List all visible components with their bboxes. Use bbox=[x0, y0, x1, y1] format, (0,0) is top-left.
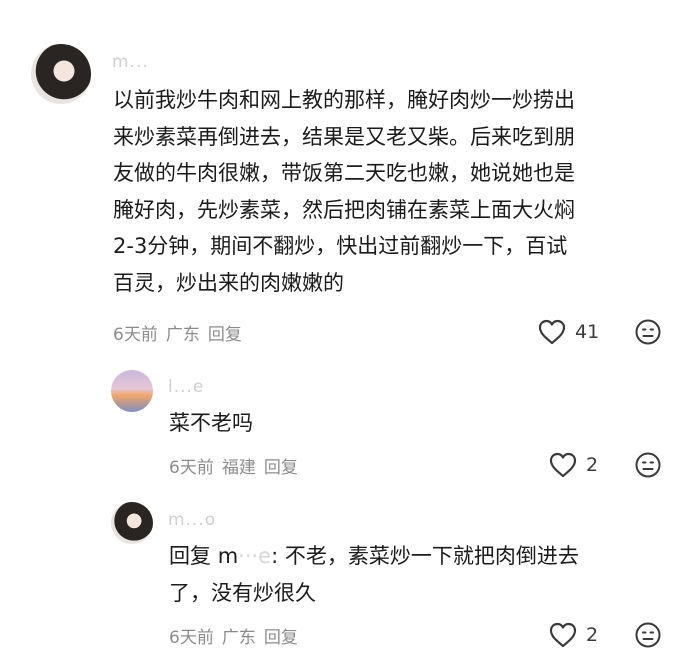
frown-face-icon bbox=[634, 622, 662, 653]
comment-text-line: 了，没有炒很久 bbox=[169, 580, 316, 605]
heart-outline-icon bbox=[548, 621, 578, 649]
timestamp: 6天前 bbox=[169, 628, 214, 648]
comment-meta: 6天前 广东 回复 bbox=[169, 623, 298, 648]
dislike-button[interactable] bbox=[634, 621, 662, 653]
comment-text-line: 来炒素菜再倒进去，结果是又老又柴。后来吃到朋 bbox=[113, 124, 575, 149]
dislike-button[interactable] bbox=[634, 318, 662, 350]
frown-face-icon bbox=[634, 452, 662, 483]
comment-text-line: 2-3分钟，期间不翻炒，快出过前翻炒一下，百试 bbox=[113, 234, 568, 258]
heart-outline-icon bbox=[537, 318, 567, 346]
comment-text-line: 腌好肉，先炒素菜，然后把肉铺在素菜上面大火焖 bbox=[113, 197, 575, 222]
comment-meta: 6天前 广东 回复 bbox=[113, 320, 242, 345]
heart-outline-icon bbox=[548, 451, 578, 479]
like-button[interactable]: 2 bbox=[548, 451, 598, 479]
comment-text[interactable]: 回复 m···e: 不老，素菜炒一下就把肉倒进去 了，没有炒很久 bbox=[169, 538, 669, 611]
reply-button[interactable]: 回复 bbox=[264, 453, 298, 478]
frown-face-icon bbox=[634, 319, 662, 350]
like-count: 2 bbox=[586, 624, 599, 646]
username[interactable]: m... bbox=[112, 52, 149, 72]
location: 广东 bbox=[165, 325, 200, 345]
comment-text-line: 友做的牛肉很嫩，带饭第二天吃也嫩，她说她也是 bbox=[113, 161, 575, 185]
reply-prefix: 回复 bbox=[169, 544, 211, 568]
timestamp: 6天前 bbox=[113, 325, 158, 345]
like-count: 41 bbox=[575, 321, 600, 343]
location: 福建 bbox=[221, 458, 256, 478]
like-count: 2 bbox=[586, 454, 599, 476]
comment-text-line: 百灵，炒出来的肉嫩嫩的 bbox=[113, 270, 344, 295]
reply-button[interactable]: 回复 bbox=[264, 623, 298, 648]
username[interactable]: m...o bbox=[168, 510, 216, 530]
avatar[interactable] bbox=[111, 370, 153, 412]
username[interactable]: l...e bbox=[168, 377, 204, 397]
like-button[interactable]: 41 bbox=[537, 318, 599, 346]
location: 广东 bbox=[221, 628, 256, 648]
comment-text-line: 回复 m···e: 不老，素菜炒一下就把肉倒进去 bbox=[169, 538, 669, 575]
comment-meta: 6天前 福建 回复 bbox=[169, 453, 298, 478]
comment-text[interactable]: 以前我炒牛肉和网上教的那样，腌好肉炒一炒捞出 来炒素菜再倒进去，结果是又老又柴。… bbox=[113, 82, 673, 301]
dislike-button[interactable] bbox=[634, 451, 662, 483]
avatar[interactable] bbox=[111, 502, 153, 544]
comment-text-line: 以前我炒牛肉和网上教的那样，腌好肉炒一炒捞出 bbox=[113, 88, 575, 112]
avatar[interactable] bbox=[31, 44, 91, 104]
comment-text[interactable]: 菜不老吗 bbox=[169, 405, 253, 442]
timestamp: 6天前 bbox=[169, 458, 214, 478]
like-button[interactable]: 2 bbox=[548, 621, 598, 649]
reply-button[interactable]: 回复 bbox=[208, 320, 242, 345]
reply-content: : 不老，素菜炒一下就把肉倒进去 bbox=[271, 544, 579, 568]
mention-link[interactable]: m···e bbox=[218, 544, 271, 568]
